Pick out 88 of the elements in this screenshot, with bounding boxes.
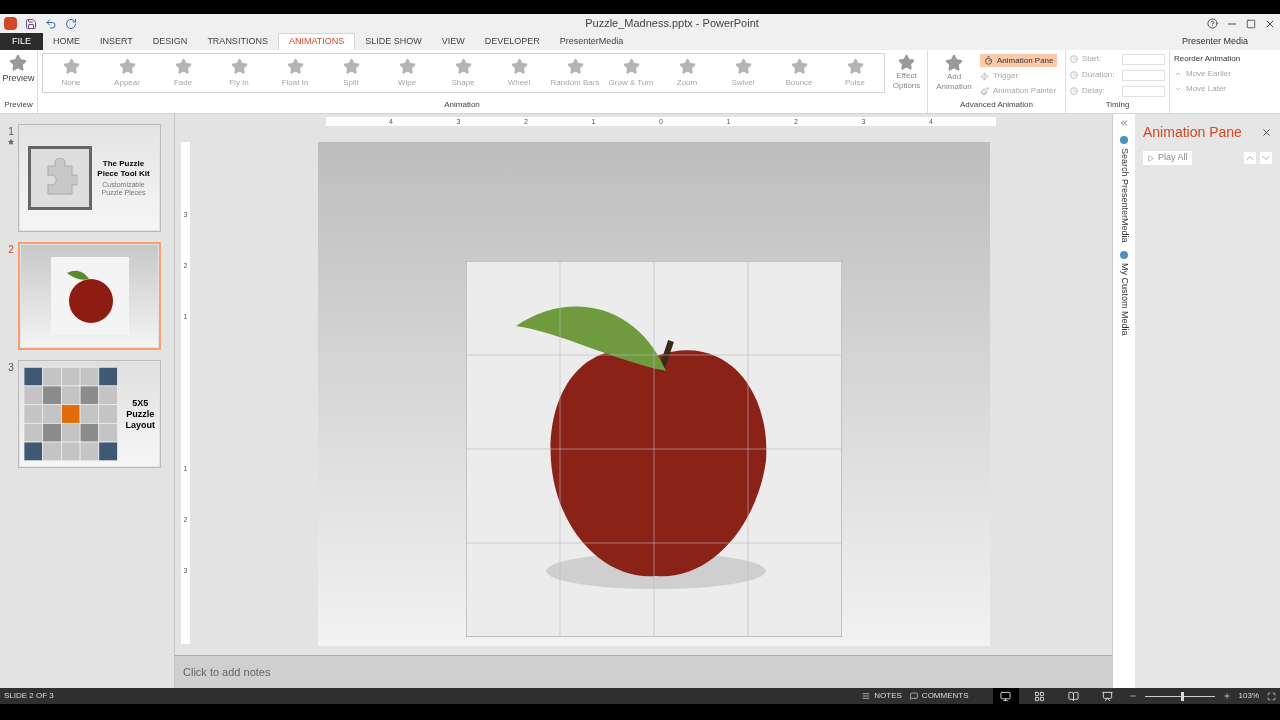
- star-icon: [734, 57, 752, 75]
- slide-number: 2: [8, 243, 14, 257]
- window-title: Puzzle_Madness.pptx - PowerPoint: [584, 16, 760, 32]
- star-icon: [510, 57, 528, 75]
- star-plus-icon: [945, 54, 963, 72]
- zoom-in-icon[interactable]: [1222, 692, 1231, 700]
- timing-label: Delay:: [1082, 85, 1105, 97]
- zoom-thumb[interactable]: [1180, 691, 1184, 701]
- timer-icon: [984, 56, 993, 65]
- view-icon: [1068, 690, 1080, 702]
- star-icon: [342, 57, 360, 75]
- view-icon: [1034, 690, 1046, 702]
- account-name[interactable]: Presenter Media: [1181, 34, 1280, 50]
- collapse-icon[interactable]: [1119, 118, 1129, 128]
- star-icon: [230, 57, 248, 75]
- view-icon: [1000, 690, 1012, 702]
- ribbon-tab[interactable]: HOME: [43, 33, 90, 50]
- timing-field[interactable]: [1122, 53, 1165, 65]
- ribbon-tab[interactable]: PresenterMedia: [549, 33, 634, 50]
- notes-button[interactable]: NOTES: [862, 690, 902, 702]
- notes-placeholder[interactable]: Click to add notes: [183, 663, 271, 681]
- undo-icon[interactable]: [45, 17, 57, 30]
- slide-counter: SLIDE 2 OF 3: [4, 690, 54, 702]
- pane-title: Animation Pane: [1143, 123, 1243, 142]
- timing-label: Start:: [1082, 53, 1102, 65]
- view-button[interactable]: [992, 688, 1019, 704]
- star-icon: [898, 54, 915, 71]
- ribbon-tab[interactable]: VIEW: [431, 33, 475, 50]
- slide-title: The Puzzle Piece Tool Kit: [96, 159, 151, 179]
- group-label: Preview: [4, 99, 33, 111]
- group-label: Advanced Animation: [959, 99, 1034, 111]
- star-icon: [790, 57, 808, 75]
- preview-button[interactable]: Preview: [2, 50, 35, 86]
- side-tab[interactable]: My Custom Media: [1117, 250, 1131, 336]
- close-icon[interactable]: [1261, 127, 1272, 138]
- view-icon: [1102, 690, 1114, 702]
- ribbon-tab[interactable]: TRANSITIONS: [197, 33, 278, 50]
- star-icon: [678, 57, 696, 75]
- star-icon: [566, 57, 584, 75]
- side-tab[interactable]: Search PresenterMedia: [1117, 136, 1131, 243]
- slide-thumbnail-button[interactable]: 5X5 Puzzle Layout: [18, 360, 161, 468]
- star-icon: [9, 54, 28, 72]
- save-icon[interactable]: [25, 17, 37, 30]
- move-earlier-label: Move Earlier: [1186, 68, 1231, 80]
- redo-icon[interactable]: [65, 17, 77, 30]
- brush-icon: [980, 86, 989, 96]
- group-label: Timing: [1104, 99, 1131, 111]
- file-tab[interactable]: FILE: [0, 33, 43, 50]
- slide-number: 1: [8, 125, 14, 139]
- timing-label: Duration:: [1082, 69, 1115, 81]
- star-icon: [62, 57, 80, 75]
- fit-to-window-icon[interactable]: [1267, 691, 1276, 701]
- group-label: Animation: [444, 99, 480, 111]
- add-animation-button[interactable]: Add Animation: [932, 54, 976, 97]
- clock-icon: [1070, 55, 1078, 63]
- help-icon[interactable]: [1207, 18, 1218, 29]
- timing-field[interactable]: [1122, 69, 1165, 81]
- play-icon: [1147, 154, 1154, 162]
- lightning-icon: [980, 71, 989, 81]
- clock-icon: [1070, 71, 1078, 79]
- star-icon: [846, 57, 864, 75]
- zoom-out-icon[interactable]: [1128, 692, 1137, 700]
- notes-icon: [862, 692, 871, 700]
- ribbon-tab[interactable]: SLIDE SHOW: [355, 33, 432, 50]
- animation-painter-label: Animation Painter: [993, 85, 1057, 97]
- move-later-label: Move Later: [1186, 83, 1227, 95]
- ribbon-tab[interactable]: ANIMATIONS: [277, 33, 356, 50]
- clock-icon: [1070, 87, 1078, 95]
- zoom-level[interactable]: 103%: [1238, 690, 1259, 702]
- timing-field[interactable]: [1122, 85, 1165, 97]
- star-icon: [398, 57, 416, 75]
- star-icon: [622, 57, 640, 75]
- star-icon: [118, 57, 136, 75]
- comments-button[interactable]: COMMENTS: [909, 690, 969, 702]
- slide-number: 3: [8, 361, 14, 375]
- ribbon-tab[interactable]: DEVELOPER: [474, 33, 550, 50]
- play-all-button[interactable]: Play All: [1143, 151, 1192, 165]
- ribbon-tab[interactable]: DESIGN: [142, 33, 198, 50]
- ribbon-tab[interactable]: INSERT: [90, 33, 143, 50]
- trigger-label: Trigger: [993, 70, 1019, 82]
- maximize-icon[interactable]: [1246, 18, 1256, 29]
- animation-pane-button[interactable]: Animation Pane: [980, 54, 1058, 67]
- slide-title: 5X5 Puzzle Layout: [125, 397, 155, 431]
- reorder-heading: Reorder Animation: [1174, 53, 1241, 65]
- star-icon: [286, 57, 304, 75]
- comment-icon: [909, 692, 918, 700]
- star-icon: [454, 57, 472, 75]
- star-icon: [174, 57, 192, 75]
